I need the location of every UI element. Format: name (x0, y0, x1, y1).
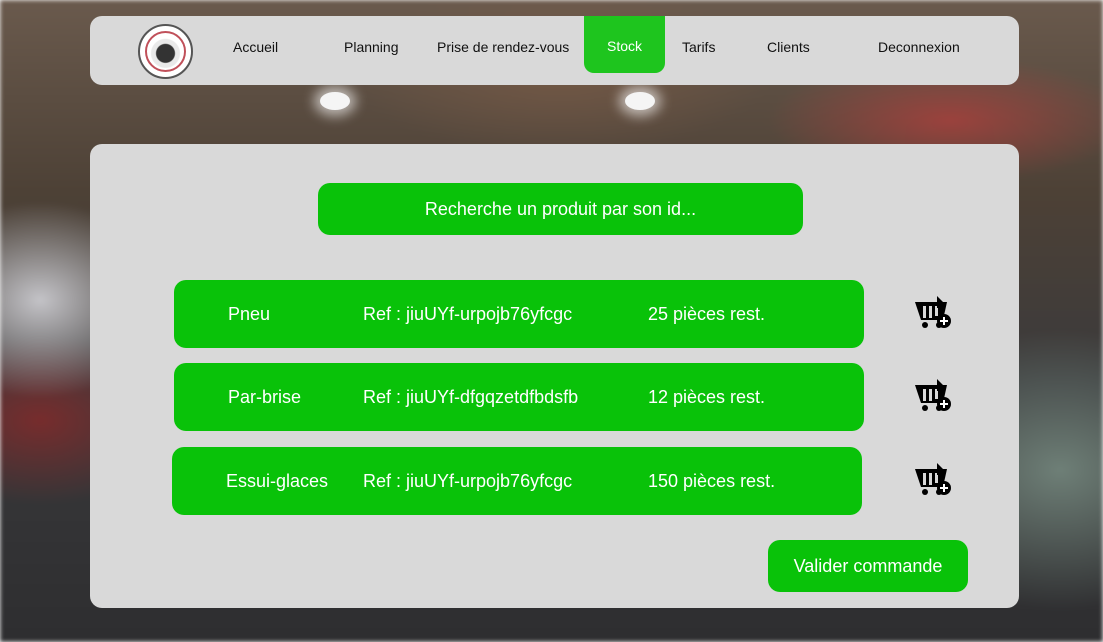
nav-item-prise-de-rendez-vous[interactable]: Prise de rendez-vous (437, 16, 569, 73)
stock-panel: Recherche un produit par son id... Pneu … (90, 144, 1019, 608)
product-ref: Ref : jiuUYf-urpojb76yfcgc (363, 471, 573, 491)
cart-add-icon[interactable] (913, 377, 953, 417)
product-row: Par-brise Ref : jiuUYf-dfgqzetdfbdsfb 12… (174, 363, 864, 431)
product-row: Essui-glaces Ref : jiuUYf-urpojb76yfcgc … (172, 447, 862, 515)
product-name: Pneu (228, 304, 271, 324)
product-name: Par-brise (228, 387, 302, 407)
nav-item-clients[interactable]: Clients (767, 16, 810, 73)
garage-logo[interactable] (138, 24, 193, 79)
logo-emblem (145, 31, 186, 72)
product-name: Essui-glaces (226, 471, 329, 491)
top-navbar: Accueil Planning Prise de rendez-vous St… (90, 16, 1019, 85)
product-ref: Ref : jiuUYf-dfgqzetdfbdsfb (363, 387, 579, 407)
nav-item-stock[interactable]: Stock (584, 16, 665, 73)
ceiling-light (320, 92, 350, 110)
search-input[interactable]: Recherche un produit par son id... (318, 183, 803, 235)
nav-item-deconnexion[interactable]: Deconnexion (878, 16, 960, 73)
product-ref: Ref : jiuUYf-urpojb76yfcgc (363, 304, 573, 324)
nav-item-tarifs[interactable]: Tarifs (682, 16, 715, 73)
validate-order-button[interactable]: Valider commande (768, 540, 968, 592)
cart-add-icon[interactable] (913, 461, 953, 501)
nav-item-planning[interactable]: Planning (344, 16, 399, 73)
ceiling-light (625, 92, 655, 110)
product-stock: 25 pièces rest. (648, 304, 766, 324)
product-row: Pneu Ref : jiuUYf-urpojb76yfcgc 25 pièce… (174, 280, 864, 348)
product-stock: 150 pièces rest. (648, 471, 776, 491)
product-stock: 12 pièces rest. (648, 387, 766, 407)
cart-add-icon[interactable] (913, 294, 953, 334)
nav-item-accueil[interactable]: Accueil (233, 16, 278, 73)
